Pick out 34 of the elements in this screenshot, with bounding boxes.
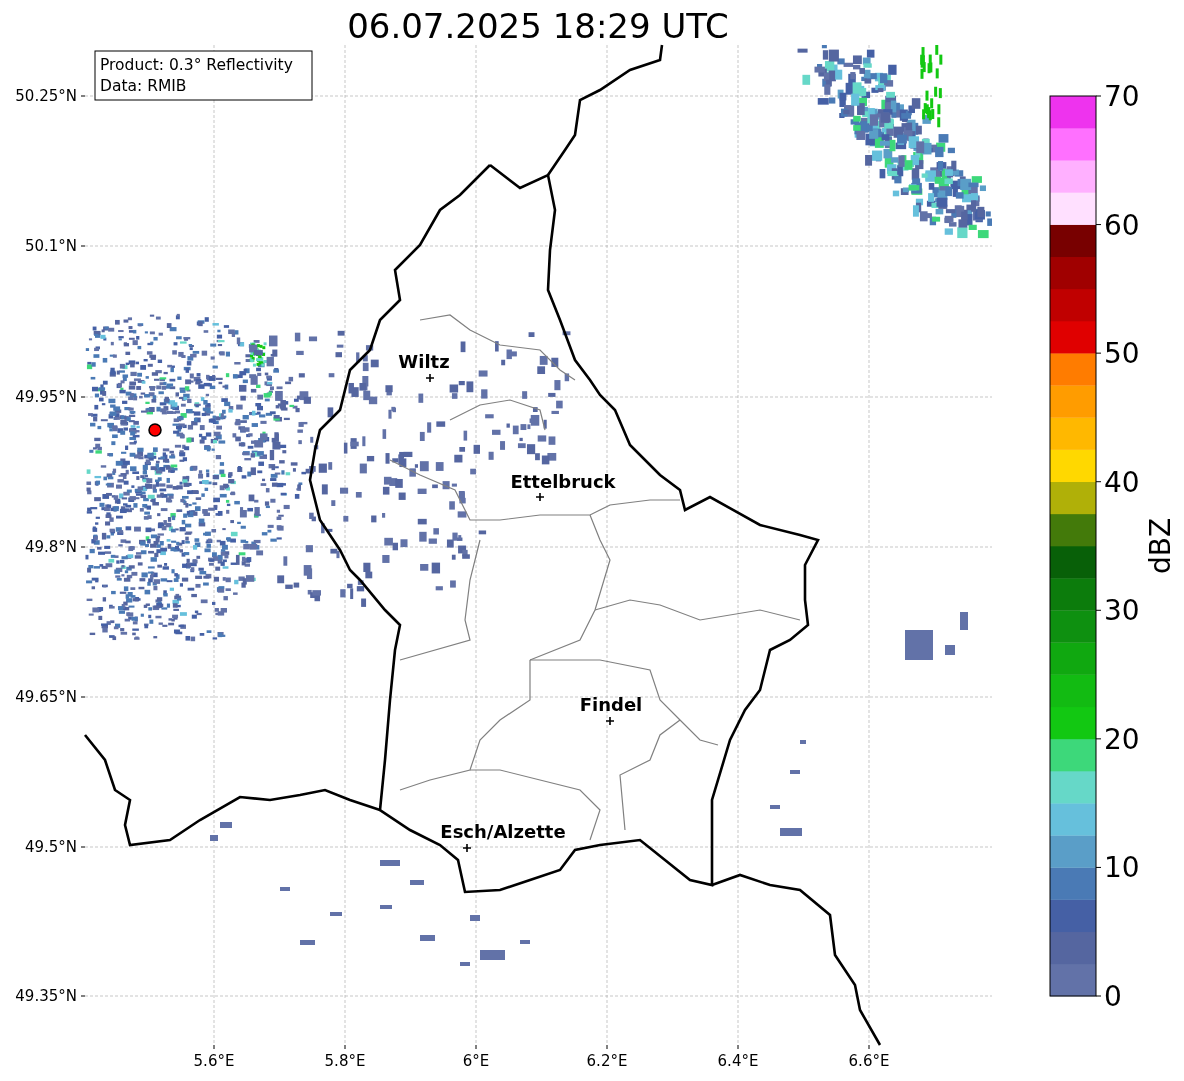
chart-title: 06.07.2025 18:29 UTC <box>347 6 729 46</box>
tick-label: 50.1°N <box>24 237 77 255</box>
colorbar-tick-label: 40 <box>1104 465 1140 499</box>
tick-label: 6°E <box>462 1052 490 1070</box>
tick-label: 6.6°E <box>848 1052 890 1070</box>
colorbar-tick-label: 20 <box>1104 722 1140 756</box>
tick-label: 49.8°N <box>24 538 77 556</box>
info-text: Product: 0.3° Reflectivity <box>100 56 293 74</box>
city-label: Ettelbruck <box>510 471 616 492</box>
city-marker-icon <box>605 716 615 726</box>
tick-label: 50.25°N <box>15 87 77 105</box>
colorbar-tick-label: 60 <box>1104 208 1140 242</box>
colorbar-tick-label: 70 <box>1104 80 1140 113</box>
city-marker-icon <box>535 492 545 502</box>
colorbar-tick-label: 50 <box>1104 337 1140 371</box>
tick-label: 49.35°N <box>15 987 77 1005</box>
tick-label: 6.4°E <box>717 1052 759 1070</box>
tick-label: 49.95°N <box>15 388 77 406</box>
colorbar-label: dBZ <box>1144 517 1177 575</box>
tick-label: 49.65°N <box>15 688 77 706</box>
tick-label: 6.2°E <box>586 1052 628 1070</box>
city-label: Wiltz <box>398 351 450 372</box>
city-label: Findel <box>579 694 643 715</box>
tick-label: 49.5°N <box>24 838 77 856</box>
tick-label: 5.6°E <box>193 1052 235 1070</box>
info-text: Data: RMIB <box>100 77 187 95</box>
city-marker-icon <box>462 843 472 853</box>
city-label: Esch/Alzette <box>440 821 566 842</box>
city-marker-icon <box>425 373 435 383</box>
colorbar-tick-label: 30 <box>1104 594 1140 628</box>
radar-site-icon <box>148 423 162 437</box>
tick-label: 5.8°E <box>324 1052 366 1070</box>
colorbar-tick-label: 0 <box>1104 980 1122 1013</box>
colorbar-tick-label: 10 <box>1104 851 1140 885</box>
